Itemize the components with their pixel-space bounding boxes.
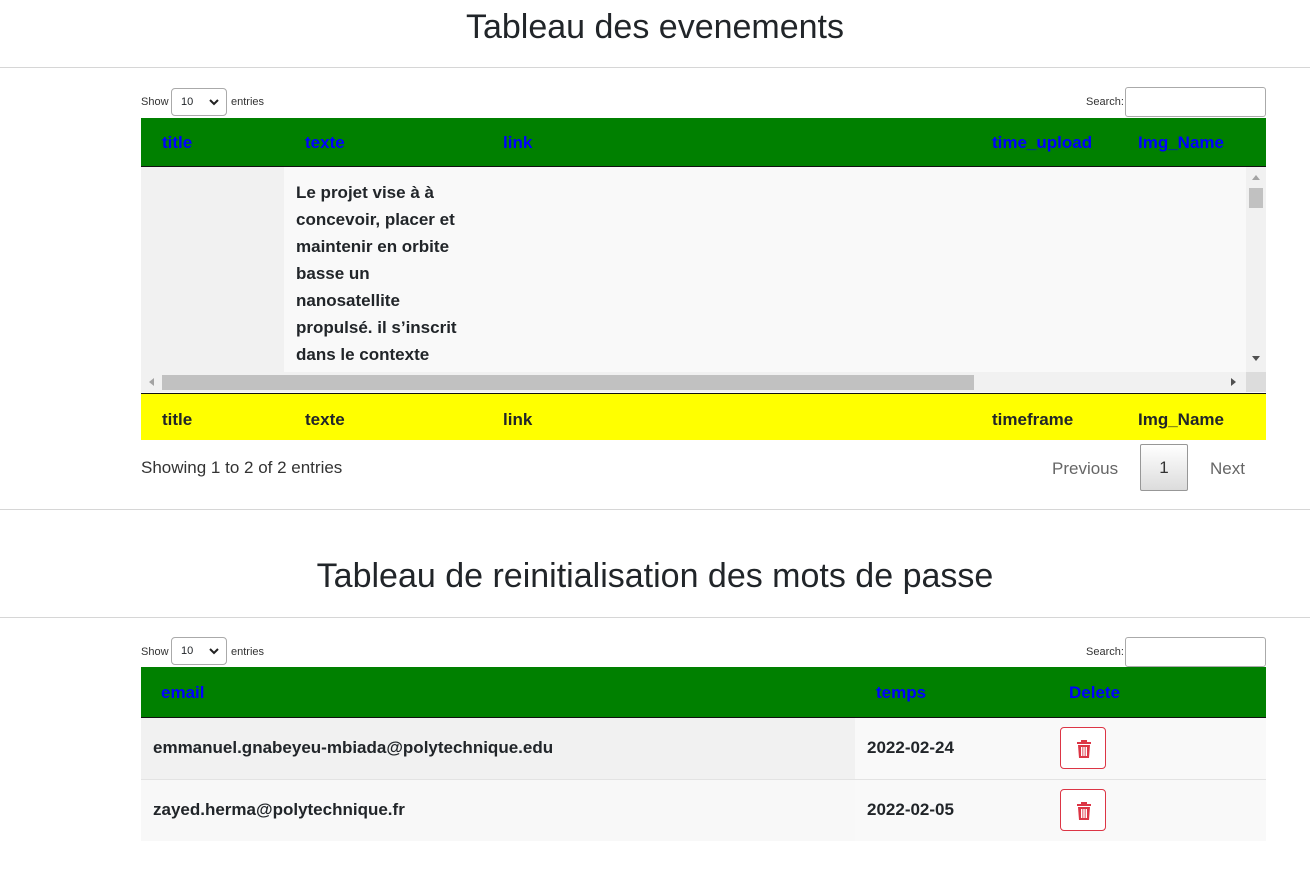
reset-title: Tableau de reinitialisation des mots de … bbox=[316, 557, 994, 595]
entries-label: entries bbox=[231, 646, 265, 658]
events-title: Tableau des evenements bbox=[465, 8, 845, 46]
search-label: Search: bbox=[1086, 96, 1124, 108]
table-cell-texte: Le projet vise à à concevoir, placer et … bbox=[296, 179, 457, 368]
footer-timeframe: timeframe bbox=[992, 410, 1074, 429]
delete-button[interactable] bbox=[1060, 727, 1106, 769]
entries-label: entries bbox=[231, 96, 265, 108]
footer-link: link bbox=[503, 410, 533, 429]
search-input[interactable] bbox=[1125, 87, 1266, 117]
table-cell-email: emmanuel.gnabeyeu-mbiada@polytechnique.e… bbox=[153, 738, 554, 757]
trash-icon bbox=[1077, 740, 1091, 758]
entries-length-value: 10 bbox=[181, 96, 194, 108]
col-header-link[interactable]: link bbox=[503, 133, 532, 153]
scroll-corner bbox=[1246, 372, 1266, 392]
col-header-temps[interactable]: temps bbox=[876, 683, 926, 703]
horizontal-scroll-thumb[interactable] bbox=[162, 375, 974, 390]
texte-line: propulsé. il s’inscrit bbox=[296, 318, 457, 337]
entries-length-value: 10 bbox=[181, 645, 194, 657]
table-row: zayed.herma@polytechnique.fr 2022-02-05 bbox=[141, 780, 1266, 841]
table-cell-email: zayed.herma@polytechnique.fr bbox=[153, 800, 405, 819]
table-cell-temps: 2022-02-05 bbox=[867, 800, 954, 819]
search-input[interactable] bbox=[1125, 637, 1266, 667]
table-row: emmanuel.gnabeyeu-mbiada@polytechnique.e… bbox=[141, 718, 1266, 780]
divider bbox=[0, 67, 1310, 68]
footer-texte: texte bbox=[305, 410, 345, 429]
pagination-previous[interactable]: Previous bbox=[1052, 459, 1118, 479]
events-table-footer: title texte link timeframe Img_Name bbox=[141, 393, 1266, 440]
scroll-down-icon[interactable] bbox=[1251, 355, 1261, 363]
texte-line: basse un bbox=[296, 264, 370, 283]
divider bbox=[0, 617, 1310, 618]
texte-line: maintenir en orbite bbox=[296, 237, 450, 256]
scroll-up-icon[interactable] bbox=[1251, 173, 1261, 181]
vertical-scrollbar[interactable] bbox=[1246, 167, 1266, 372]
footer-img-name: Img_Name bbox=[1138, 410, 1224, 429]
trash-icon bbox=[1077, 802, 1091, 820]
col-header-delete[interactable]: Delete bbox=[1069, 683, 1120, 703]
entries-length-select[interactable]: 10 bbox=[171, 637, 227, 665]
divider bbox=[0, 509, 1310, 510]
footer-title: title bbox=[162, 410, 193, 429]
col-header-title[interactable]: title bbox=[162, 133, 192, 153]
table-info: Showing 1 to 2 of 2 entries bbox=[141, 458, 343, 477]
show-label: Show bbox=[141, 646, 169, 658]
show-label: Show bbox=[141, 96, 169, 108]
pagination-next[interactable]: Next bbox=[1210, 459, 1245, 479]
reset-table-header: email temps Delete bbox=[141, 667, 1266, 718]
texte-line: dans le contexte bbox=[296, 345, 430, 364]
col-header-email[interactable]: email bbox=[161, 683, 204, 703]
table-cell-temps: 2022-02-24 bbox=[867, 738, 954, 757]
delete-button[interactable] bbox=[1060, 789, 1106, 831]
entries-length-select[interactable]: 10 bbox=[171, 88, 227, 116]
horizontal-scrollbar[interactable] bbox=[141, 372, 1246, 392]
texte-line: concevoir, placer et bbox=[296, 210, 455, 229]
chevron-down-icon bbox=[209, 648, 219, 655]
pagination-page-1[interactable]: 1 bbox=[1140, 444, 1188, 491]
col-header-texte[interactable]: texte bbox=[305, 133, 345, 153]
col-header-time-upload[interactable]: time_upload bbox=[992, 133, 1092, 153]
scroll-left-icon[interactable] bbox=[147, 377, 155, 387]
events-table-body[interactable]: Le projet vise à à concevoir, placer et … bbox=[141, 167, 1266, 393]
texte-line: nanosatellite bbox=[296, 291, 400, 310]
col-header-img-name[interactable]: Img_Name bbox=[1138, 133, 1224, 153]
search-label: Search: bbox=[1086, 646, 1124, 658]
texte-line: Le projet vise à à bbox=[296, 183, 434, 202]
table-cell-title bbox=[141, 167, 284, 372]
vertical-scroll-thumb[interactable] bbox=[1249, 188, 1263, 208]
scroll-right-icon[interactable] bbox=[1230, 377, 1238, 387]
events-table-header: title texte link time_upload Img_Name bbox=[141, 118, 1266, 167]
chevron-down-icon bbox=[209, 99, 219, 106]
